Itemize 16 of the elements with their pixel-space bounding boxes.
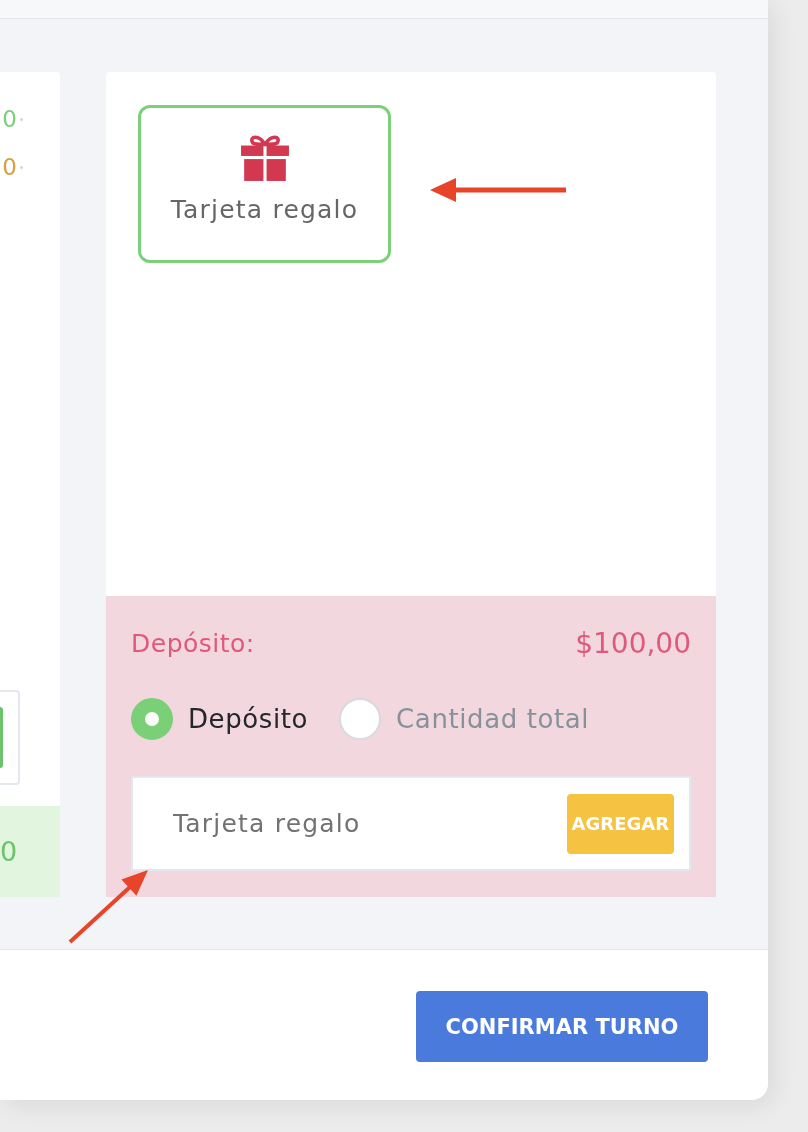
input-field[interactable] [0, 690, 20, 785]
deposit-amount: $100,00 [575, 627, 691, 661]
radio-label[interactable]: Depósito [188, 703, 309, 735]
radio-button[interactable] [339, 698, 382, 740]
dot-icon [20, 117, 23, 121]
amount-text: 0 [2, 105, 17, 133]
confirm-button[interactable]: CONFIRMAR TURNO [416, 991, 708, 1062]
radio-button[interactable] [131, 698, 173, 740]
deposit-label: Depósito: [131, 628, 255, 660]
total-amount: 0 [0, 835, 18, 868]
payment-method-option[interactable]: Tarjeta regalo [138, 105, 391, 263]
clipped-button[interactable] [0, 707, 3, 768]
amount-text: 0 [2, 153, 17, 181]
radio-label[interactable]: Cantidad total [396, 703, 590, 735]
gift-icon [239, 133, 290, 181]
dot-icon [20, 165, 23, 169]
